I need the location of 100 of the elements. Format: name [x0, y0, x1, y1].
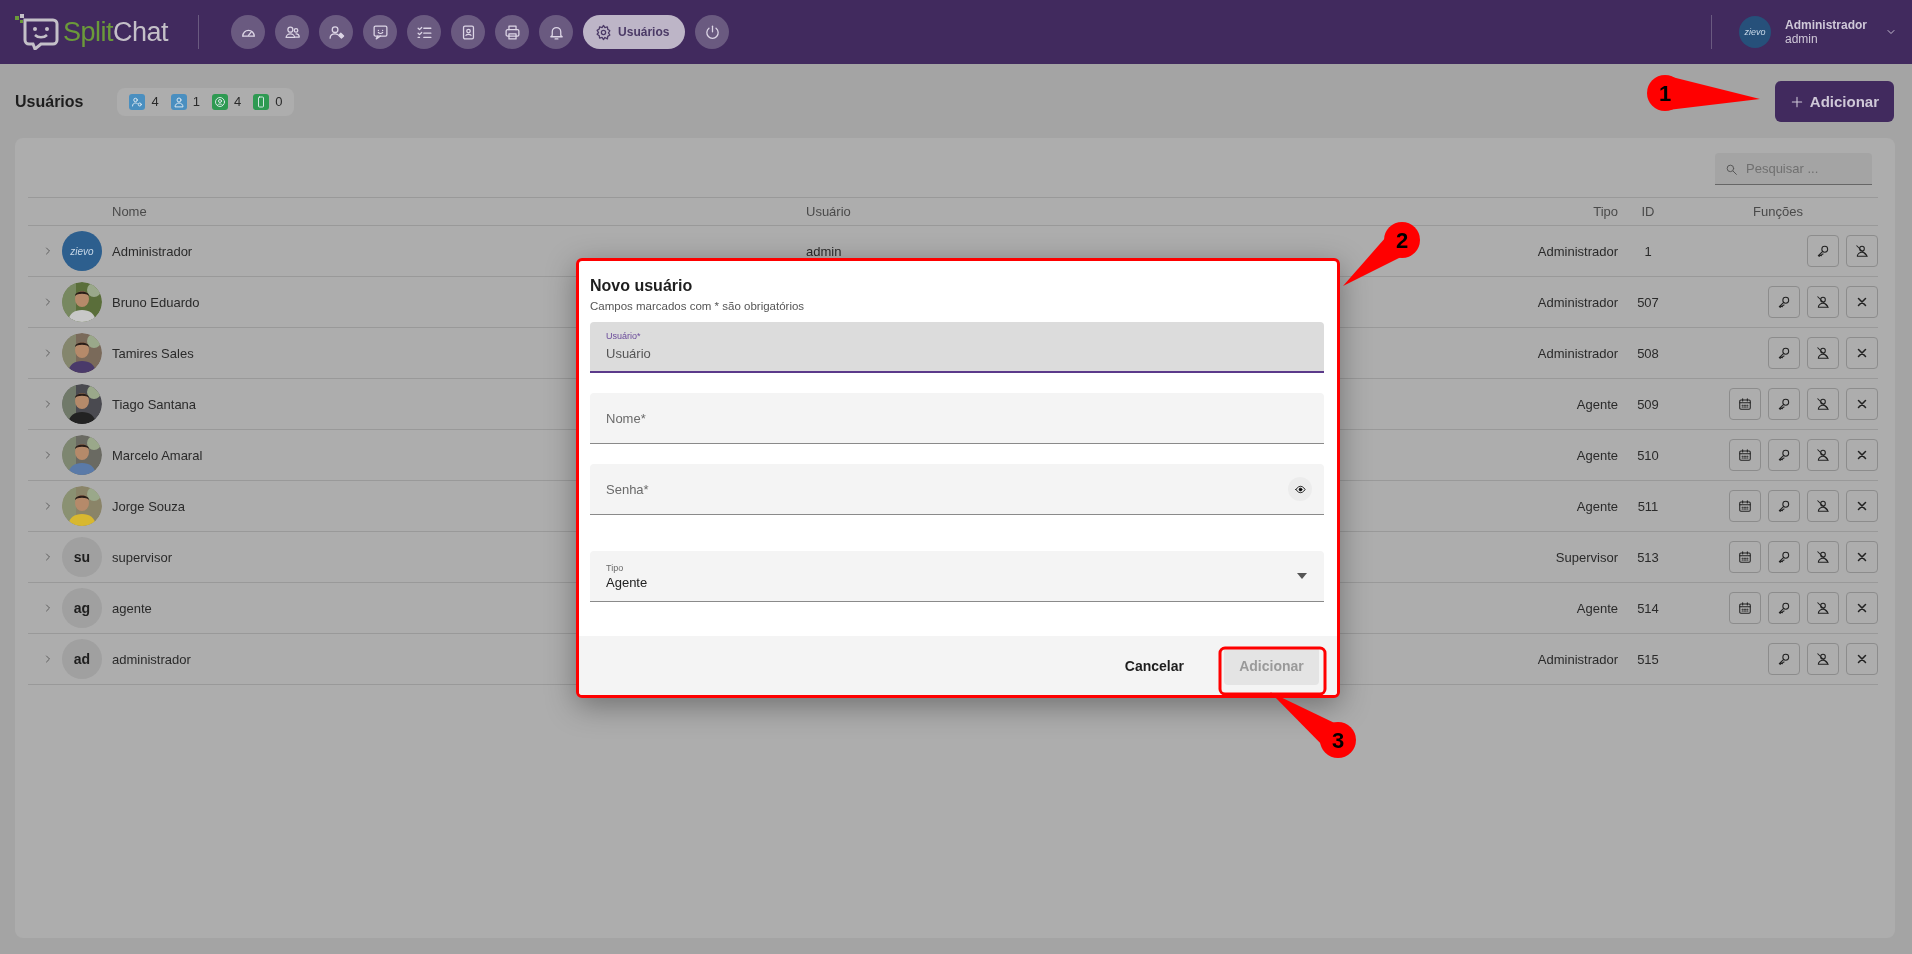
count-value: 1: [192, 94, 200, 109]
nav-tab[interactable]: [407, 15, 442, 49]
table-cell: Agente: [1576, 600, 1618, 616]
schedule-button[interactable]: [1729, 541, 1761, 573]
user-blocked-icon: [1855, 244, 1869, 258]
calendar-icon: [1738, 397, 1752, 411]
schedule-button[interactable]: [1729, 490, 1761, 522]
user-blocked-icon: [1816, 295, 1830, 309]
table-cell: Administrador: [1537, 345, 1618, 361]
user-name[interactable]: Administrador: [1785, 18, 1867, 32]
password-button[interactable]: [1768, 643, 1800, 675]
schedule-button[interactable]: [1729, 592, 1761, 624]
password-button[interactable]: [1768, 286, 1800, 318]
key-icon: [1777, 601, 1791, 615]
table-cell: Administrador: [1537, 651, 1618, 667]
delete-button[interactable]: [1846, 490, 1878, 522]
app-logo-text: SplitChat: [63, 16, 169, 48]
column-header: Nome: [112, 204, 147, 219]
nav-tab[interactable]: [451, 15, 486, 49]
key-icon: [1777, 346, 1791, 360]
table-cell: 509: [1637, 396, 1659, 412]
key-icon: [1777, 448, 1791, 462]
nav-tab[interactable]: [275, 15, 310, 49]
nav-tab[interactable]: Usuários: [583, 15, 686, 49]
table-cell: Agente: [1576, 447, 1618, 463]
nav-tab[interactable]: [695, 15, 730, 49]
delete-button[interactable]: [1846, 337, 1878, 369]
delete-button[interactable]: [1846, 388, 1878, 420]
block-user-button[interactable]: [1807, 592, 1839, 624]
password-button[interactable]: [1768, 490, 1800, 522]
table-cell: Jorge Souza: [112, 498, 185, 514]
table-cell: 515: [1637, 651, 1659, 667]
nav-tab[interactable]: [363, 15, 398, 49]
block-user-button[interactable]: [1807, 643, 1839, 675]
close-icon: [1855, 550, 1869, 564]
nav-tab[interactable]: [231, 15, 266, 49]
select-field[interactable]: Tipo Agente: [590, 551, 1324, 602]
block-user-button[interactable]: [1807, 286, 1839, 318]
user-avatar[interactable]: zievo: [1739, 16, 1771, 48]
user-blocked-icon: [1816, 448, 1830, 462]
settings-icon: [595, 23, 613, 41]
nav-tab[interactable]: [495, 15, 530, 49]
password-button[interactable]: [1807, 235, 1839, 267]
key-icon: [1777, 295, 1791, 309]
input-field[interactable]: [590, 393, 1324, 444]
block-user-button[interactable]: [1807, 541, 1839, 573]
calendar-icon: [1738, 448, 1752, 462]
table-cell: Administrador: [1537, 243, 1618, 259]
column-header: Tipo: [1593, 204, 1618, 219]
password-button[interactable]: [1768, 439, 1800, 471]
table-cell: 1: [1644, 243, 1652, 259]
delete-button[interactable]: [1846, 592, 1878, 624]
table-cell: agente: [112, 600, 152, 616]
delete-button[interactable]: [1846, 286, 1878, 318]
delete-button[interactable]: [1846, 643, 1878, 675]
password-button[interactable]: [1768, 592, 1800, 624]
user-blocked-icon: [1816, 550, 1830, 564]
table-cell: Marcelo Amaral: [112, 447, 203, 463]
close-icon: [1855, 346, 1869, 360]
table-cell: Bruno Eduardo: [112, 294, 200, 310]
plus-icon: [1789, 94, 1804, 109]
field-label: Nome*: [606, 411, 646, 426]
table-cell: 510: [1637, 447, 1659, 463]
user-avatar: zievo: [62, 231, 102, 271]
delete-button[interactable]: [1846, 541, 1878, 573]
table-cell: Tamires Sales: [112, 345, 194, 361]
table-cell: admin: [806, 243, 842, 259]
input-field[interactable]: [590, 464, 1324, 515]
calendar-icon: [1738, 550, 1752, 564]
block-user-button[interactable]: [1807, 337, 1839, 369]
column-header: ID: [1641, 204, 1655, 219]
page-title: Usuários: [15, 92, 84, 111]
block-user-button[interactable]: [1807, 439, 1839, 471]
calendar-icon: [1738, 499, 1752, 513]
block-user-button[interactable]: [1846, 235, 1878, 267]
dialog-title: Novo usuário: [590, 277, 694, 295]
user-avatar: ad: [62, 639, 102, 679]
cancel-button[interactable]: Cancelar: [1120, 649, 1188, 682]
user-login: admin: [1785, 32, 1819, 46]
eye-icon: [1294, 483, 1306, 495]
add-button[interactable]: Adicionar: [1774, 81, 1894, 122]
nav-tab[interactable]: [319, 15, 354, 49]
key-icon: [1777, 550, 1791, 564]
password-button[interactable]: [1768, 541, 1800, 573]
table-cell: Supervisor: [1555, 549, 1618, 565]
close-icon: [1855, 448, 1869, 462]
delete-button[interactable]: [1846, 439, 1878, 471]
password-button[interactable]: [1768, 388, 1800, 420]
dropdown-caret-icon: [1296, 572, 1308, 580]
schedule-button[interactable]: [1729, 388, 1761, 420]
table-cell: Agente: [1576, 498, 1618, 514]
block-user-button[interactable]: [1807, 388, 1839, 420]
user-blocked-icon: [1816, 397, 1830, 411]
nav-tab[interactable]: [539, 15, 574, 49]
schedule-button[interactable]: [1729, 439, 1761, 471]
password-button[interactable]: [1768, 337, 1800, 369]
dialog-subtitle: Campos marcados com * são obrigatórios: [590, 300, 806, 312]
user-avatar: ag: [62, 588, 102, 628]
block-user-button[interactable]: [1807, 490, 1839, 522]
table-cell: administrador: [112, 651, 191, 667]
